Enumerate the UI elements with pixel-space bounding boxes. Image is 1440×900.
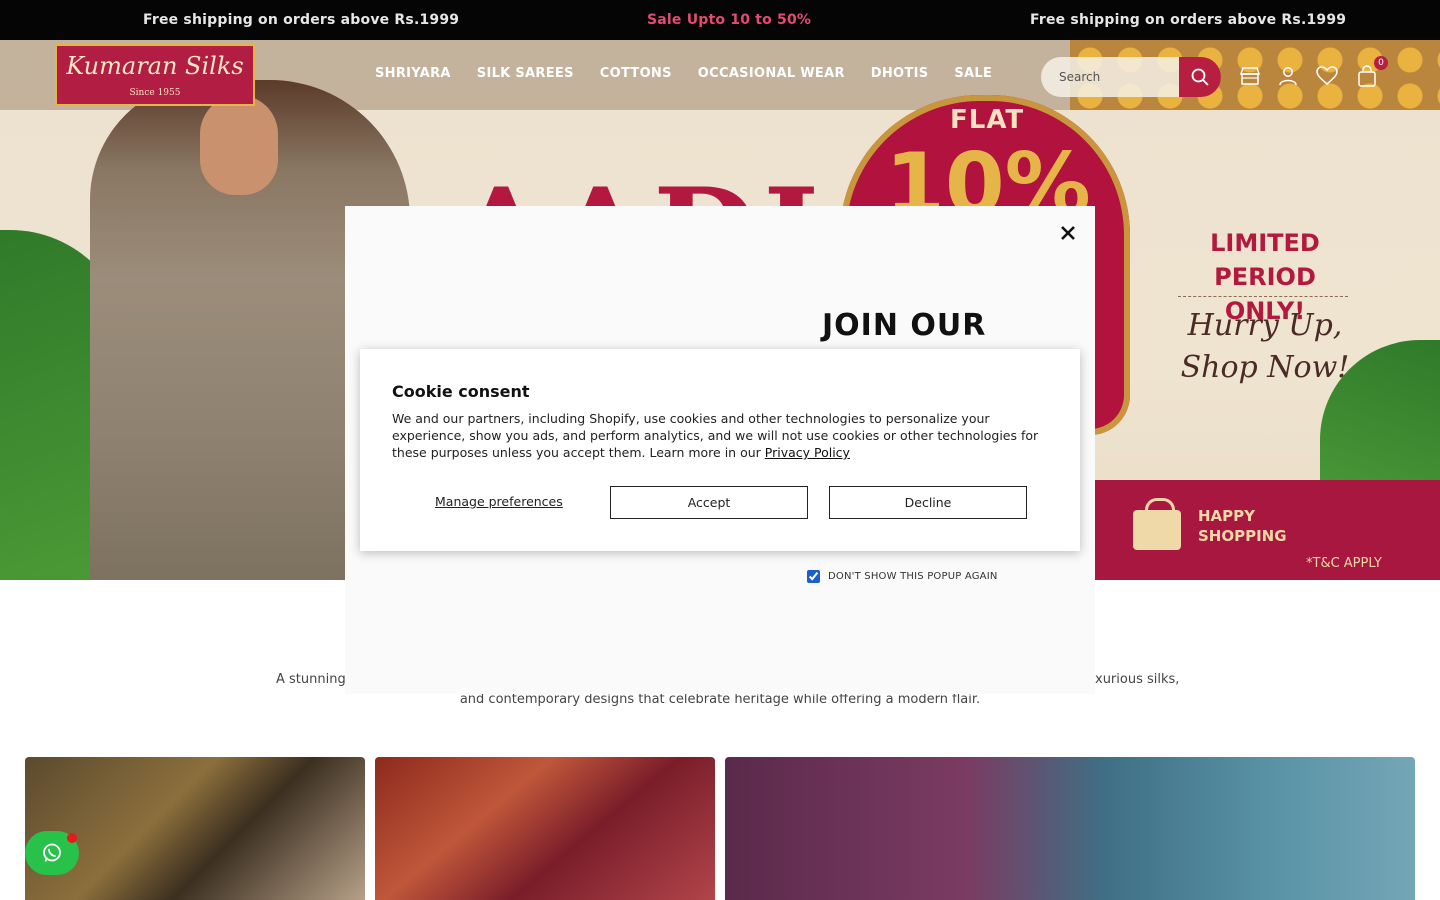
nav-item-dhotis[interactable]: DHOTIS [871,64,929,84]
dont-show-again-option[interactable]: DON'T SHOW THIS POPUP AGAIN [807,570,998,583]
cart-count-badge: 0 [1374,56,1388,70]
announcement-bar: Free shipping on orders above Rs.1999 Sa… [0,0,1440,40]
search-button[interactable] [1179,57,1221,97]
shopping-bag-icon [1133,498,1181,550]
nav-item-silk-sarees[interactable]: SILK SAREES [477,64,574,84]
account-button[interactable] [1276,64,1300,88]
newsletter-title: JOIN OUR [822,308,987,343]
dont-show-again-label: DON'T SHOW THIS POPUP AGAIN [828,571,998,582]
cookie-consent-body: We and our partners, including Shopify, … [392,410,1052,461]
announcement-sale[interactable]: Sale Upto 10 to 50% [647,0,811,40]
hero-divider [1178,296,1348,297]
collection-card-1[interactable] [25,757,365,900]
logo-since: Since 1955 [129,88,181,98]
cookie-consent-dialog: Cookie consent We and our partners, incl… [360,349,1080,551]
nav-item-sale[interactable]: SALE [954,64,992,84]
hurry-up-text: Hurry Up, Shop Now! [1180,308,1350,385]
collection-card-2[interactable] [375,757,715,900]
user-icon [1279,67,1297,86]
description-right-fragment: xurious silks, [1095,672,1180,687]
offer-flat-label: FLAT [950,105,1025,135]
announcement-shipping-left[interactable]: Free shipping on orders above Rs.1999 [143,0,459,40]
announcement-shipping-right[interactable]: Free shipping on orders above Rs.1999 [1030,0,1346,40]
nav-item-cottons[interactable]: COTTONS [600,64,672,84]
accept-button[interactable]: Accept [610,486,808,519]
search-bar [1041,57,1221,97]
collection-card-3[interactable] [725,757,1415,900]
site-logo[interactable]: Kumaran Silks Since 1955 [55,44,255,106]
heart-icon [1316,66,1338,85]
decline-button[interactable]: Decline [829,486,1027,519]
logo-name: Kumaran Silks [66,52,244,80]
newsletter-close-button[interactable] [1057,222,1079,244]
cookie-consent-title: Cookie consent [392,382,530,401]
happy-shopping-text: HAPPY SHOPPING [1198,507,1287,545]
privacy-policy-link[interactable]: Privacy Policy [765,445,850,460]
store-icon [1239,67,1261,85]
dont-show-again-checkbox[interactable] [807,570,820,583]
manage-preferences-link[interactable]: Manage preferences [435,494,563,509]
store-locator-button[interactable] [1238,64,1262,88]
cart-bag-icon [1358,65,1376,87]
model-face-image [200,95,278,195]
whatsapp-icon [43,843,61,862]
wishlist-button[interactable] [1315,64,1339,88]
nav-item-occasional-wear[interactable]: OCCASIONAL WEAR [698,64,845,84]
notification-dot [67,833,77,843]
cookie-consent-text: We and our partners, including Shopify, … [392,411,1039,460]
nav-item-shriyara[interactable]: SHRIYARA [375,64,451,84]
search-input[interactable] [1041,57,1179,97]
terms-conditions-text: *T&C APPLY [1306,556,1382,571]
close-icon [1061,226,1075,240]
main-navigation: SHRIYARA SILK SAREES COTTONS OCCASIONAL … [375,64,1018,84]
search-icon [1191,68,1209,86]
